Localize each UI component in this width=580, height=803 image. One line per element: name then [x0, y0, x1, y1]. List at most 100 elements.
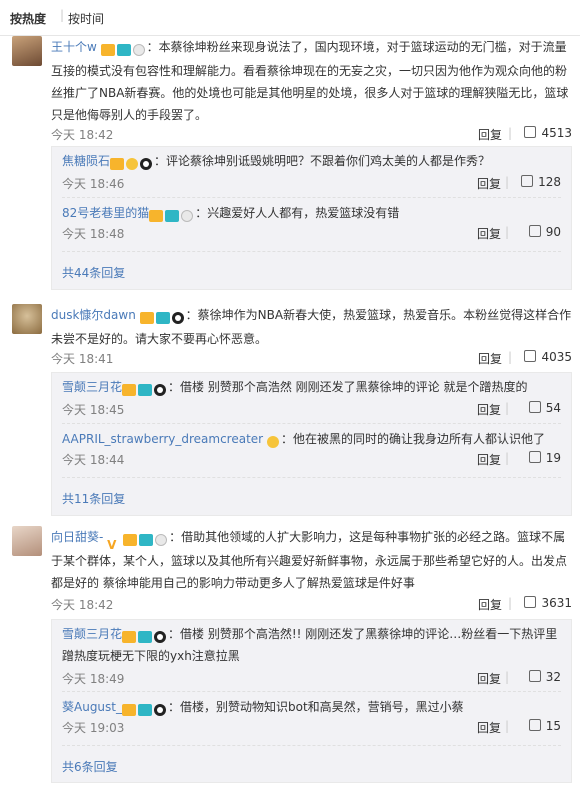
- reply-time: 今天 18:46: [62, 177, 125, 191]
- reply-meta: 今天 19:03 回复 | 15: [62, 719, 561, 735]
- username-link[interactable]: AAPRIL_strawberry_dreamcreater: [62, 432, 263, 446]
- comment-meta: 今天 18:42 回复 | 3631: [51, 596, 572, 612]
- comment-time: 今天 18:42: [51, 598, 114, 612]
- reply-meta: 今天 18:49 回复 | 32: [62, 670, 561, 686]
- vip-badge-icon: [122, 383, 137, 396]
- user-badges: [122, 699, 168, 719]
- reply-button[interactable]: 回复: [477, 451, 501, 468]
- sort-by-hot[interactable]: 按热度: [10, 10, 46, 27]
- reply-button[interactable]: 回复: [477, 670, 501, 687]
- reply-item: 82号老巷里的猫 ：兴趣爱好人人都有，热爱篮球没有错 今天 18:48 回复 | …: [62, 203, 561, 241]
- user-badges: [266, 431, 281, 451]
- avatar[interactable]: [12, 36, 42, 66]
- username-link[interactable]: 焦糖陨石: [62, 154, 110, 168]
- meta-divider: |: [504, 451, 509, 465]
- thumbs-up-icon: [528, 401, 541, 413]
- thumbs-up-icon: [524, 350, 537, 362]
- sort-by-time[interactable]: 按时间: [68, 10, 104, 27]
- comment-meta: 今天 18:42 回复 | 4513: [51, 126, 572, 142]
- reply-body: ：借楼 别赞那个高浩然 刚刚还发了黑蔡徐坤的评论 就是个蹭热度的: [168, 380, 528, 394]
- reply-box: 雪颠三月花 ：借楼 别赞那个高浩然!! 刚刚还发了黑蔡徐坤的评论…粉丝看一下热评里…: [51, 619, 572, 783]
- meta-divider: |: [504, 175, 509, 189]
- like-button[interactable]: 19: [528, 451, 561, 465]
- username-link[interactable]: 葵August_: [62, 700, 122, 714]
- fan-badge-icon: [155, 311, 170, 324]
- like-button[interactable]: 4035: [524, 350, 572, 364]
- like-count: 19: [545, 451, 561, 465]
- user-badges: [100, 38, 147, 60]
- reply-box: 雪颠三月花 ：借楼 别赞那个高浩然 刚刚还发了黑蔡徐坤的评论 就是个蹭热度的 今天…: [51, 372, 572, 516]
- thumbs-up-icon: [524, 126, 537, 138]
- reply-meta: 今天 18:48 回复 | 90: [62, 225, 561, 241]
- like-button[interactable]: 54: [528, 401, 561, 415]
- reply-time: 今天 18:45: [62, 403, 125, 417]
- reply-button[interactable]: 回复: [477, 719, 501, 736]
- like-button[interactable]: 3631: [524, 596, 572, 610]
- thumbs-up-icon: [528, 451, 541, 463]
- reply-divider: [62, 197, 561, 198]
- reply-button[interactable]: 回复: [478, 126, 502, 143]
- comment-text: 王十个w ：本蔡徐坤粉丝来现身说法了，国内现环境，对于篮球运动的无门槛，对于流量…: [51, 36, 572, 126]
- reply-button[interactable]: 回复: [478, 596, 502, 613]
- panda-badge-icon: [140, 157, 153, 170]
- reply-divider: [62, 423, 561, 424]
- comment-time: 今天 18:42: [51, 128, 114, 142]
- reply-item: 葵August_ ：借楼，别赞动物知识bot和高昊然，营销号，黑过小蔡 今天 19…: [62, 697, 561, 735]
- username-link[interactable]: 雪颠三月花: [62, 380, 122, 394]
- reply-meta: 今天 18:46 回复 | 128: [62, 175, 561, 191]
- meta-divider: |: [507, 126, 512, 140]
- meta-divider: |: [504, 719, 509, 733]
- reply-button[interactable]: 回复: [477, 225, 501, 242]
- reply-time: 今天 18:49: [62, 672, 125, 686]
- emoji-badge-icon: [266, 435, 279, 448]
- panda-badge-icon: [171, 311, 184, 324]
- reply-text: 雪颠三月花 ：借楼 别赞那个高浩然 刚刚还发了黑蔡徐坤的评论 就是个蹭热度的: [62, 377, 561, 399]
- like-button[interactable]: 32: [528, 670, 561, 684]
- sort-separator: |: [60, 8, 65, 22]
- like-button[interactable]: 15: [528, 719, 561, 733]
- thumbs-up-icon: [521, 175, 534, 187]
- user-badges: [149, 205, 195, 225]
- avatar[interactable]: [12, 304, 42, 334]
- like-count: 15: [545, 719, 561, 733]
- reply-button[interactable]: 回复: [477, 175, 501, 192]
- emoji-badge-icon: [126, 157, 139, 170]
- comment-meta: 今天 18:41 回复 | 4035: [51, 350, 572, 366]
- medal-icon: [181, 209, 194, 222]
- username-link[interactable]: dusk慷尔dawn: [51, 308, 136, 322]
- panda-badge-icon: [154, 703, 166, 716]
- more-replies-link[interactable]: 共44条回复: [62, 264, 125, 281]
- reply-time: 今天 19:03: [62, 721, 125, 735]
- reply-item: AAPRIL_strawberry_dreamcreater ：他在被黑的同时的…: [62, 429, 561, 467]
- username-link[interactable]: 王十个w: [51, 40, 97, 54]
- like-count: 90: [545, 225, 561, 239]
- reply-button[interactable]: 回复: [478, 350, 502, 367]
- reply-text: AAPRIL_strawberry_dreamcreater ：他在被黑的同时的…: [62, 429, 561, 451]
- like-button[interactable]: 90: [528, 225, 561, 239]
- like-count: 4035: [541, 350, 572, 364]
- user-badges: V: [107, 528, 169, 552]
- username-link[interactable]: 82号老巷里的猫: [62, 206, 149, 220]
- avatar[interactable]: [12, 526, 42, 556]
- username-link[interactable]: 向日甜葵-: [51, 530, 103, 544]
- more-replies-link[interactable]: 共11条回复: [62, 490, 125, 507]
- username-link[interactable]: 雪颠三月花: [62, 627, 122, 641]
- reply-text: 葵August_ ：借楼，别赞动物知识bot和高昊然，营销号，黑过小蔡: [62, 697, 561, 719]
- reply-item: 雪颠三月花 ：借楼 别赞那个高浩然 刚刚还发了黑蔡徐坤的评论 就是个蹭热度的 今天…: [62, 377, 561, 417]
- medal-icon: [132, 43, 145, 56]
- vip-badge-icon: [100, 43, 115, 56]
- thumbs-up-icon: [528, 719, 541, 731]
- fan-badge-icon: [139, 533, 154, 546]
- like-button[interactable]: 128: [521, 175, 561, 189]
- like-button[interactable]: 4513: [524, 126, 572, 140]
- sort-bar: 按热度 | 按时间: [0, 0, 580, 36]
- like-count: 4513: [541, 126, 572, 140]
- more-replies-link[interactable]: 共6条回复: [62, 758, 118, 775]
- comment-text: 向日甜葵- V：借助其他领域的人扩大影响力，这是每种事物扩张的必经之路。篮球不属…: [51, 526, 572, 594]
- user-badges: [139, 306, 186, 328]
- fan-badge-icon: [138, 383, 153, 396]
- medal-icon: [155, 533, 168, 546]
- reply-button[interactable]: 回复: [477, 401, 501, 418]
- comment-text: dusk慷尔dawn ：蔡徐坤作为NBA新春大使，热爱篮球，热爱音乐。本粉丝觉得…: [51, 304, 572, 350]
- vip-badge-icon: [110, 157, 125, 170]
